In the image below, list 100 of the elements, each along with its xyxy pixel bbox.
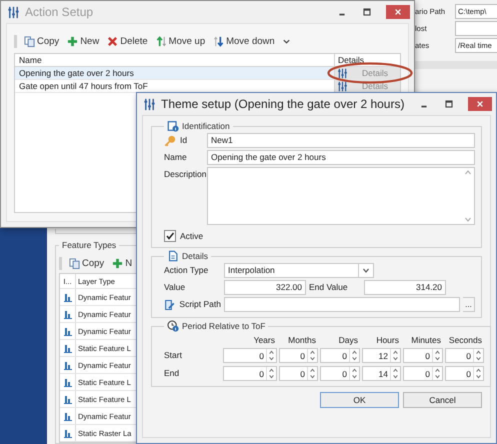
script-icon	[164, 298, 176, 310]
window-title: Action Setup	[25, 5, 94, 19]
number-spinner[interactable]: 0	[320, 366, 360, 381]
field-label: Script Path	[179, 298, 221, 311]
spin-arrows-icon	[266, 367, 276, 380]
column-header: Months	[287, 335, 317, 345]
toolbar-button[interactable]: Copy	[68, 258, 106, 268]
layer-icon	[62, 342, 74, 354]
close-button[interactable]	[386, 5, 410, 19]
window-title: Theme setup (Opening the gate over 2 hours)	[161, 97, 404, 111]
spin-arrows-icon	[307, 367, 317, 380]
number-spinner[interactable]: 0	[445, 348, 484, 363]
number-spinner[interactable]: 14	[362, 366, 401, 381]
number-spinner[interactable]: 0	[320, 348, 360, 363]
spin-arrows-icon	[473, 349, 483, 362]
toolbar-button[interactable]: Delete	[106, 36, 149, 46]
arrow-down-icon	[213, 36, 224, 46]
close-button[interactable]	[468, 97, 492, 111]
layer-icon	[62, 359, 74, 371]
number-spinner[interactable]: 12	[362, 348, 401, 363]
clock-info-icon	[167, 320, 179, 332]
grid-row[interactable]: Opening the gate over 2 hours Details	[15, 67, 400, 80]
copy-icon	[69, 258, 80, 268]
spin-arrows-icon	[390, 349, 400, 362]
group-title: Details	[182, 251, 208, 261]
dialog-button[interactable]: OK	[320, 392, 399, 408]
layer-icon	[62, 410, 74, 422]
layer-icon	[62, 427, 74, 439]
checkbox-label: Active	[179, 231, 204, 241]
spin-arrows-icon	[432, 349, 442, 362]
layer-icon	[62, 393, 74, 405]
table-cell-text: Gate open until 47 hours from ToF	[18, 81, 149, 91]
layer-icon	[62, 291, 74, 303]
spin-arrows-icon	[473, 367, 483, 380]
info-card-icon	[167, 120, 179, 132]
number-spinner[interactable]: 0	[279, 348, 318, 363]
column-header: Hours	[375, 335, 400, 345]
number-field[interactable]: 322.00	[224, 280, 306, 295]
field-label: Name	[164, 151, 188, 164]
sliders-icon	[143, 98, 156, 110]
number-spinner[interactable]: 0	[223, 348, 277, 363]
spin-arrows-icon	[390, 367, 400, 380]
column-header: Days	[338, 335, 359, 345]
row-label: End	[164, 367, 180, 380]
column-header: Details	[334, 54, 400, 66]
table-cell-text: Opening the gate over 2 hours	[18, 68, 135, 78]
column-header: Minutes	[410, 335, 442, 345]
spin-arrows-icon	[266, 349, 276, 362]
dropdown[interactable]: Interpolation	[224, 263, 374, 278]
arrow-up-icon	[156, 36, 167, 46]
spin-arrows-icon	[349, 367, 359, 380]
toolbar-button[interactable]: Move up	[154, 36, 206, 46]
plus-icon	[67, 36, 78, 46]
browse-button[interactable]: ...	[463, 297, 475, 312]
spin-arrows-icon	[432, 367, 442, 380]
close-icon	[476, 100, 484, 108]
layer-icon	[62, 308, 74, 320]
plus-icon	[112, 258, 124, 268]
sliders-icon	[337, 68, 348, 78]
field-label: End Value	[309, 281, 349, 294]
column-header: Years	[252, 335, 276, 345]
field-label: Description	[164, 168, 204, 181]
text-field[interactable]: New1	[207, 133, 475, 148]
field-label: Value	[164, 281, 186, 294]
path-field[interactable]	[224, 297, 460, 312]
number-spinner[interactable]: 0	[403, 348, 443, 363]
key-icon	[164, 134, 176, 146]
number-spinner[interactable]: 0	[279, 366, 318, 381]
dialog-button[interactable]: Cancel	[403, 392, 482, 408]
spin-arrows-icon	[307, 349, 317, 362]
column-header: Seconds	[448, 335, 483, 345]
number-field[interactable]: 314.20	[364, 280, 446, 295]
checkbox[interactable]	[164, 230, 176, 242]
delete-icon	[107, 36, 118, 46]
column-header: Name	[18, 55, 43, 65]
field-label: Action Type	[164, 264, 210, 277]
group-title: Period Relative to ToF	[182, 321, 266, 331]
toolbar-button[interactable]: N	[111, 258, 134, 268]
layer-icon	[62, 325, 74, 337]
document-icon	[167, 250, 179, 262]
number-spinner[interactable]: 0	[223, 366, 277, 381]
toolbar-button[interactable]: New	[66, 36, 100, 46]
text-field[interactable]	[455, 20, 497, 36]
number-spinner[interactable]: 0	[445, 366, 484, 381]
number-spinner[interactable]: 0	[403, 366, 443, 381]
group-title: Identification	[182, 121, 230, 131]
layer-icon	[62, 376, 74, 388]
copy-icon	[24, 36, 35, 46]
scroll-arrows-icon	[464, 168, 472, 224]
maximize-icon[interactable]	[443, 98, 455, 110]
sliders-icon	[7, 6, 20, 18]
toolbar-button[interactable]: Move down	[212, 36, 276, 46]
close-icon	[394, 8, 402, 16]
text-field[interactable]: Opening the gate over 2 hours	[207, 150, 475, 165]
row-label: Start	[164, 349, 183, 362]
group-title: Feature Types	[62, 240, 116, 250]
toolbar-button[interactable]: Copy	[23, 36, 60, 46]
spin-arrows-icon	[349, 349, 359, 362]
maximize-icon[interactable]	[361, 6, 373, 18]
field-label: Id	[180, 134, 188, 147]
